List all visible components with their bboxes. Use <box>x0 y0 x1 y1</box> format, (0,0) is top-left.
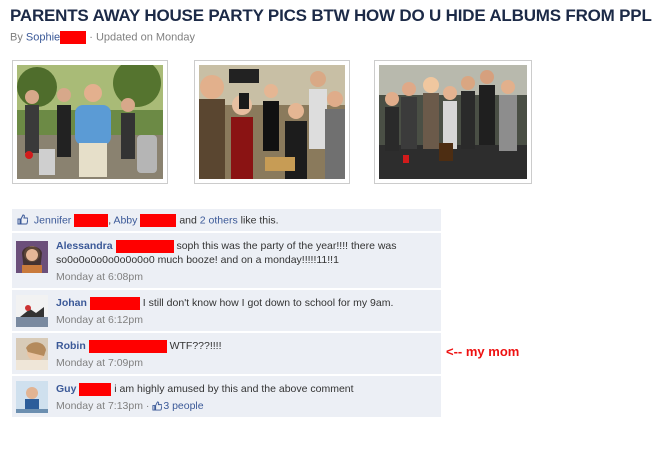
comment-item: Robin WTF???!!!! Monday at 7:09pm <box>12 332 441 374</box>
comment-item: Guy i am highly amused by this and the a… <box>12 375 441 417</box>
comment-author-link[interactable]: Alessandra <box>56 240 113 252</box>
likes-separator: , <box>108 214 112 227</box>
avatar[interactable] <box>16 338 48 370</box>
redaction-block <box>88 339 167 353</box>
comment-timestamp[interactable]: Monday at 6:08pm <box>56 270 435 284</box>
comment-item: Alessandra soph this was the party of th… <box>12 232 441 288</box>
album-title: PARENTS AWAY HOUSE PARTY PICS BTW HOW DO… <box>10 6 652 25</box>
thumbs-up-icon <box>17 214 28 225</box>
comment-item: Johan I still don't know how I got down … <box>12 289 441 331</box>
thumbs-up-icon <box>152 401 163 411</box>
comment-text: WTF???!!!! <box>169 340 222 352</box>
comment-author-link[interactable]: Johan <box>56 297 87 309</box>
likes-suffix: like this. <box>240 214 279 227</box>
album-author-link[interactable]: Sophie <box>26 31 60 43</box>
redaction-block <box>60 31 87 44</box>
likes-bar: Jennifer , Abby and 2 others like this. <box>12 209 441 231</box>
by-label: By <box>10 31 23 44</box>
redaction-block <box>79 382 112 396</box>
redaction-block <box>140 214 177 227</box>
comment-timestamp[interactable]: Monday at 7:13pm <box>56 400 143 412</box>
party-photo-3 <box>379 65 527 179</box>
liker-link-2[interactable]: Abby <box>113 214 137 226</box>
redaction-block <box>115 239 174 253</box>
comment-text: i am highly amused by this and the above… <box>114 383 354 395</box>
party-photo-1 <box>17 65 163 179</box>
party-photo-2 <box>199 65 345 179</box>
updated-text: · Updated on Monday <box>89 31 196 44</box>
photo-thumbnail-1[interactable] <box>12 60 168 184</box>
album-meta: By Sophie · Updated on Monday <box>10 31 195 44</box>
comment-author-link[interactable]: Robin <box>56 340 86 352</box>
redaction-block <box>74 214 109 227</box>
comment-likes-link[interactable]: 3 people <box>163 400 203 412</box>
liker-link-1[interactable]: Jennifer <box>34 214 71 226</box>
avatar[interactable] <box>16 295 48 327</box>
avatar[interactable] <box>16 241 48 273</box>
comment-timestamp[interactable]: Monday at 6:12pm <box>56 313 435 327</box>
comment-text: I still don't know how I got down to sch… <box>142 297 394 309</box>
comment-meta: Monday at 7:13pm · 3 people <box>56 399 435 413</box>
avatar[interactable] <box>16 381 48 413</box>
redaction-block <box>89 296 140 310</box>
likes-and: and <box>179 214 197 227</box>
meta-dot: · <box>145 400 150 412</box>
comment-timestamp[interactable]: Monday at 7:09pm <box>56 356 435 370</box>
photo-thumbnail-2[interactable] <box>194 60 350 184</box>
handwritten-annotation: <-- my mom <box>446 344 520 359</box>
comment-author-link[interactable]: Guy <box>56 383 76 395</box>
photo-thumbnail-3[interactable] <box>374 60 532 184</box>
likes-others-link[interactable]: 2 others <box>200 214 238 226</box>
